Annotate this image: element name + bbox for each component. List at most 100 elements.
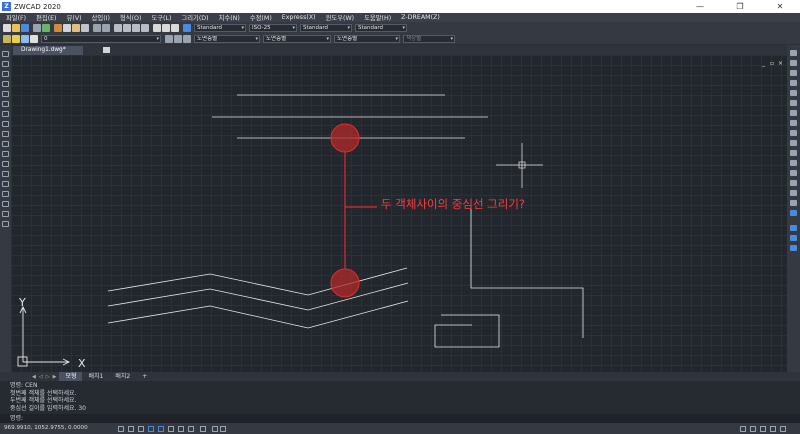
prev-tab-arrow-icon[interactable]: ◁ <box>39 374 43 380</box>
text-style-select[interactable]: Standard <box>194 23 246 32</box>
linetype-select[interactable]: 도면층별 <box>263 34 331 43</box>
menu-insert[interactable]: 삽입(I) <box>92 13 110 22</box>
array-icon[interactable] <box>790 90 797 96</box>
match-properties-icon[interactable] <box>81 23 89 32</box>
zigzag-polyline-1[interactable] <box>107 267 408 296</box>
drawing-canvas[interactable]: _ ▫ × Y X 두 객체사이의 중심선 그리기? <box>11 55 787 372</box>
layer-previous-icon[interactable] <box>174 34 182 43</box>
next-tab-arrow-icon[interactable]: ▷ <box>46 374 50 380</box>
explode-icon[interactable] <box>790 200 797 206</box>
clean-screen-icon[interactable] <box>770 426 776 432</box>
tab-layout2[interactable]: 배치2 <box>109 372 136 381</box>
plot-preview-icon[interactable] <box>42 23 50 32</box>
trim-icon[interactable] <box>790 140 797 146</box>
undo-icon[interactable] <box>93 23 101 32</box>
copy-object-icon[interactable] <box>790 60 797 66</box>
print-icon[interactable] <box>33 23 41 32</box>
menu-zdream[interactable]: Z-DREAM(Z) <box>401 14 440 21</box>
dim-style-select[interactable]: ISO-25 <box>249 23 297 32</box>
step-polyline[interactable] <box>470 205 584 338</box>
customization-icon[interactable] <box>780 426 786 432</box>
tool-palettes-icon[interactable] <box>171 23 179 32</box>
zigzag-polyline-2[interactable] <box>107 282 409 311</box>
zigzag-polyline-3[interactable] <box>107 300 409 329</box>
dyn-toggle-icon[interactable] <box>178 426 184 432</box>
menu-view[interactable]: 뷰(V) <box>67 13 82 22</box>
copy-icon[interactable] <box>63 23 71 32</box>
layer-manager-icon[interactable] <box>3 34 11 43</box>
scale-icon[interactable] <box>790 120 797 126</box>
insert-block-icon[interactable] <box>2 161 9 167</box>
paste-icon[interactable] <box>72 23 80 32</box>
osnap-toggle-icon[interactable] <box>158 426 164 432</box>
command-input[interactable]: 명령: <box>0 414 800 423</box>
new-tab-icon[interactable] <box>103 47 110 53</box>
add-layout-tab-button[interactable]: + <box>136 372 153 381</box>
tab-layout1[interactable]: 배치1 <box>82 372 109 381</box>
polyline-icon[interactable] <box>2 71 9 77</box>
polar-toggle-icon[interactable] <box>148 426 154 432</box>
rectangle-icon[interactable] <box>2 91 9 97</box>
menu-express[interactable]: Express(X) <box>282 14 316 21</box>
dimension-radius-icon[interactable] <box>790 235 797 241</box>
dimension-angular-icon[interactable] <box>790 245 797 251</box>
lock-ui-icon[interactable] <box>760 426 766 432</box>
make-block-icon[interactable] <box>2 171 9 177</box>
erase-icon[interactable] <box>790 50 797 56</box>
menu-help[interactable]: 도움말(H) <box>364 13 391 22</box>
ortho-toggle-icon[interactable] <box>138 426 144 432</box>
snap-toggle-icon[interactable] <box>118 426 124 432</box>
lineweight-select[interactable]: 도면층별 <box>334 34 400 43</box>
join-icon[interactable] <box>790 170 797 176</box>
menu-tools[interactable]: 도구(L) <box>151 13 171 22</box>
first-tab-arrow-icon[interactable]: ◀ <box>32 374 36 380</box>
circle-icon[interactable] <box>2 111 9 117</box>
menu-window[interactable]: 윈도우(W) <box>326 13 355 22</box>
tpy-toggle-icon[interactable] <box>200 426 206 432</box>
stretch-icon[interactable] <box>790 130 797 136</box>
multileader-style-select[interactable]: Standard <box>355 23 407 32</box>
otrack-toggle-icon[interactable] <box>168 426 174 432</box>
last-tab-arrow-icon[interactable]: ▶ <box>53 374 57 380</box>
region-icon[interactable] <box>2 201 9 207</box>
help-icon[interactable] <box>183 23 191 32</box>
extend-icon[interactable] <box>790 150 797 156</box>
point-icon[interactable] <box>2 181 9 187</box>
close-button[interactable]: ✕ <box>760 0 800 13</box>
maximize-button[interactable]: ❐ <box>720 0 760 13</box>
design-center-icon[interactable] <box>162 23 170 32</box>
pan-icon[interactable] <box>114 23 122 32</box>
open-file-icon[interactable] <box>12 23 20 32</box>
layer-states-icon[interactable] <box>183 34 191 43</box>
menu-format[interactable]: 형식(O) <box>120 13 141 22</box>
menu-edit[interactable]: 편집(E) <box>36 13 56 22</box>
menu-file[interactable]: 파일(F) <box>6 13 26 22</box>
tab-model[interactable]: 모형 <box>59 372 83 381</box>
table-icon[interactable] <box>2 211 9 217</box>
dimension-linear-icon[interactable] <box>790 210 797 216</box>
hatch-icon[interactable] <box>2 191 9 197</box>
minimize-button[interactable]: — <box>680 0 720 13</box>
xline-icon[interactable] <box>2 61 9 67</box>
zoom-previous-icon[interactable] <box>141 23 149 32</box>
revcloud-icon[interactable] <box>2 121 9 127</box>
mtext-icon[interactable] <box>2 221 9 227</box>
zoom-window-icon[interactable] <box>132 23 140 32</box>
workspace-icon[interactable] <box>750 426 756 432</box>
color-select[interactable]: 도면층별 <box>194 34 260 43</box>
menu-modify[interactable]: 수정(M) <box>250 13 272 22</box>
mirror-icon[interactable] <box>790 70 797 76</box>
layer-on-icon[interactable] <box>12 34 20 43</box>
redo-icon[interactable] <box>102 23 110 32</box>
ellipse-icon[interactable] <box>2 141 9 147</box>
plotstyle-select[interactable]: 색상별 <box>403 34 455 43</box>
rotate-icon[interactable] <box>790 110 797 116</box>
properties-icon[interactable] <box>153 23 161 32</box>
ellipse-arc-icon[interactable] <box>2 151 9 157</box>
dimension-aligned-icon[interactable] <box>790 225 797 231</box>
spline-icon[interactable] <box>2 131 9 137</box>
menu-draw[interactable]: 그리기(D) <box>181 13 208 22</box>
fillet-icon[interactable] <box>790 190 797 196</box>
offset-icon[interactable] <box>790 80 797 86</box>
zoom-realtime-icon[interactable] <box>123 23 131 32</box>
